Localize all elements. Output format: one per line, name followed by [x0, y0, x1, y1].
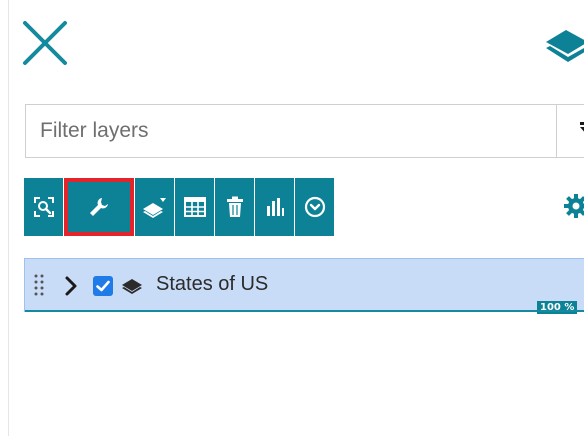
- layer-name[interactable]: States of US: [156, 273, 268, 296]
- layer-progress-bar: [25, 310, 584, 312]
- trash-icon[interactable]: [215, 178, 254, 236]
- layer-panel: States of US 100 %: [0, 0, 584, 436]
- chevron-right-icon[interactable]: [63, 275, 79, 297]
- filter-divider: [556, 105, 557, 157]
- drag-handle-icon[interactable]: [33, 273, 45, 297]
- wrench-icon[interactable]: [64, 178, 134, 236]
- attribute-table-icon[interactable]: [175, 178, 214, 236]
- layer-item[interactable]: States of US 100 %: [24, 258, 584, 314]
- filter-layers-input[interactable]: [26, 105, 560, 157]
- zoom-to-layer-icon[interactable]: [24, 178, 63, 236]
- download-icon[interactable]: [295, 178, 334, 236]
- layers-icon: [544, 24, 584, 68]
- chart-icon[interactable]: [255, 178, 294, 236]
- funnel-icon[interactable]: [578, 121, 584, 143]
- panel-divider: [8, 0, 9, 436]
- gear-icon[interactable]: [563, 193, 584, 219]
- style-layer-icon[interactable]: [135, 178, 174, 236]
- close-icon[interactable]: [22, 20, 68, 66]
- layer-progress-badge: 100 %: [537, 301, 578, 314]
- vector-layer-icon: [121, 277, 143, 295]
- layer-visibility-checkbox[interactable]: [93, 276, 113, 296]
- layer-toolbar: [24, 178, 335, 236]
- filter-box: [25, 104, 584, 158]
